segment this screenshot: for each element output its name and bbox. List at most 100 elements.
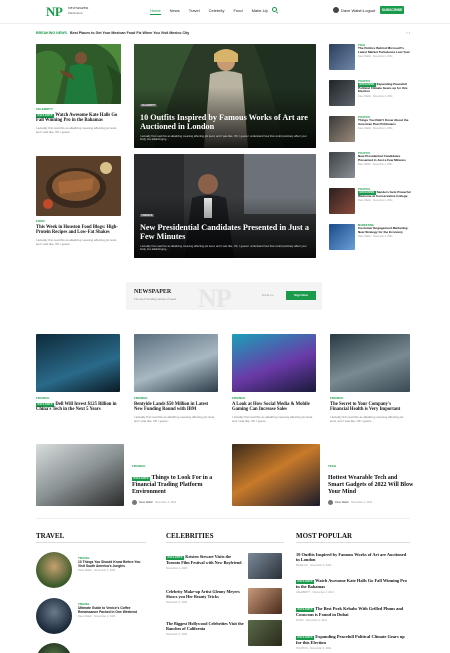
breaking-headline[interactable]: Best Places to Get Your Mexican Food Fix… [70,31,189,35]
newsletter-subtitle: The top 5 trending stories of week [134,297,177,301]
sidebar-thumbnail[interactable] [329,80,355,106]
nav-celebrity[interactable]: Celebrity [209,8,225,15]
celebrity-thumbnail[interactable] [248,553,282,579]
exclusive-badge: EXCLUSIVE [132,477,151,481]
article-title[interactable]: Celebrity Make-up Artist Glenny Meyers S… [166,589,244,599]
article-category[interactable]: FINANCE [140,213,155,218]
article-image[interactable] [232,334,316,392]
subscribe-button[interactable]: SUBSCRIBE [380,6,404,14]
article-excerpt: I actually first read this as alkalizing… [134,414,215,423]
popular-article[interactable]: EXCLUSIVE Watch Awesome Kate Halls Go Fa… [296,578,410,594]
logo-name: NEWSPAPER [68,6,89,10]
newsletter-email-input[interactable]: Email me [262,292,284,299]
travel-thumbnail[interactable] [36,552,72,588]
logo-mark[interactable]: NP [46,4,63,20]
article-title[interactable]: This Week in Houston Food Blogs: High-Pr… [36,225,121,236]
sidebar-article[interactable]: TECH The Politics Behind Microsoft's Lat… [329,44,413,72]
travel-article[interactable]: TRAVEL 10 Things You Should Know Before … [36,552,146,592]
sidebar-thumbnail[interactable] [329,152,355,178]
sidebar-thumbnail[interactable] [329,224,355,250]
article-category[interactable]: FINANCE [232,396,316,400]
sidebar-article[interactable]: POLITICS EXCLUSIVE Expanding Peacefull P… [329,80,413,108]
article-category[interactable]: FINANCE [134,396,218,400]
article-excerpt: I actually first read this as alkalizing… [330,414,404,423]
sidebar-article[interactable]: POLITICS New Presidential Candidates Pre… [329,152,413,180]
author-name[interactable]: Dave Walsh [139,501,153,504]
article-title[interactable]: Customer Engagement Marketing: New Strat… [358,226,412,234]
article-category[interactable]: CELEBRITY [36,107,121,111]
article-category[interactable]: FINANCE [330,396,410,400]
article-title[interactable]: Ultimate Guide to Venice's Coffee Renais… [78,606,148,614]
article-title[interactable]: Bentyide Lands $50 Million in Latest New… [134,402,218,413]
sidebar-article[interactable]: MARKETING Customer Engagement Marketing:… [329,224,413,252]
article-title[interactable]: 10 Outfits Inspired by Famous Works of A… [296,552,410,562]
article-image[interactable] [36,334,120,392]
celebrity-article[interactable]: EXCLUSIVE Kristen Stewart Visits the Tor… [166,553,284,583]
nav-news[interactable]: News [170,8,180,15]
article-image[interactable] [36,444,124,506]
celebrity-thumbnail[interactable] [248,620,282,646]
newsletter-signup-button[interactable]: Sign Now [286,291,316,300]
newsletter-title: NEWSPAPER [134,289,172,295]
celebrity-article[interactable]: Celebrity Make-up Artist Glenny Meyers S… [166,588,284,618]
celebrity-article[interactable]: The Biggest Hollywood Celebrities Visit … [166,620,284,650]
author-name[interactable]: Dave Walsh [335,501,349,504]
travel-article[interactable] [36,643,146,653]
popular-article[interactable]: 10 Outfits Inspired by Famous Works of A… [296,552,410,567]
article-image[interactable] [232,444,320,506]
article-title[interactable]: The Politics Behind Microsoft's Latest M… [358,46,412,54]
article-image-food[interactable] [36,156,121,216]
exclusive-badge: EXCLUSIVE [36,403,55,407]
article-title[interactable]: 10 Outfits Inspired by Famous Works of A… [140,113,310,132]
popular-article[interactable]: EXCLUSIVE The Best Pork Kebabs With Gril… [296,606,410,622]
article-card: FINANCE Bentyide Lands $50 Million in La… [134,334,218,423]
breaking-arrows-icon[interactable]: ‹ › [406,30,410,35]
site-header: NP NEWSPAPER Publication Home News Trave… [0,0,450,24]
article-category[interactable]: FINANCE [132,464,145,468]
sidebar-article[interactable]: POLITICS EXCLUSIVE Sanders Gets Powerful… [329,188,413,216]
article-image-celebrity[interactable] [36,44,121,104]
article-meta: FOOD · November 2, 2021 [296,618,328,622]
breaking-label: BREAKING NEWS [36,31,67,35]
article-title[interactable]: 10 Things You Should Know Before You Vis… [78,560,148,568]
popular-article[interactable]: EXCLUSIVE Expanding Peacefull Political … [296,634,410,650]
article-category[interactable]: FINANCE [36,396,120,400]
article-meta: CELEBRITY · November 2, 2021 [296,590,335,594]
exclusive-badge: EXCLUSIVE [36,114,55,118]
travel-article[interactable]: TRAVEL Ultimate Guide to Venice's Coffee… [36,598,146,638]
sidebar-thumbnail[interactable] [329,44,355,70]
logout-link[interactable]: Logout [363,8,375,13]
sidebar-article[interactable]: POLITICS Things You Didn't Know About th… [329,116,413,144]
search-icon[interactable] [272,7,277,12]
article-category[interactable]: TECH [328,464,336,468]
article-title[interactable]: EXCLUSIVE Watch Awesome Kate Halls Go Fa… [36,113,121,124]
celebrity-thumbnail[interactable] [248,588,282,614]
article-title[interactable]: A Look at How Social Media & Mobile Gami… [232,402,316,413]
travel-thumbnail[interactable] [36,598,72,634]
article-date: November 2, 2021 [350,501,373,504]
sidebar-thumbnail[interactable] [329,188,355,214]
user-name[interactable]: Dave Walsh [341,8,362,13]
wide-article-card: FINANCE EXCLUSIVE Things to Look For in … [36,444,218,506]
article-title[interactable]: Hottest Wearable Tech and Smart Gadgets … [328,475,414,496]
nav-travel[interactable]: Travel [189,8,200,15]
article-title[interactable]: The Biggest Hollywood Celebrities Visit … [166,621,244,631]
avatar[interactable] [333,7,339,13]
sidebar-thumbnail[interactable] [329,116,355,142]
article-image[interactable] [134,334,218,392]
article-meta: MAKE-UP · November 2, 2021 [296,564,332,568]
travel-thumbnail[interactable] [36,643,72,653]
featured-article-1[interactable]: CELEBRITY 10 Outfits Inspired by Famous … [134,44,316,148]
article-title[interactable]: Things You Didn't Know About the America… [358,118,412,126]
nav-food[interactable]: Food [233,8,242,15]
article-category[interactable]: FOOD [36,219,121,223]
article-title[interactable]: The Secret to Your Company's Financial H… [330,402,410,413]
nav-home[interactable]: Home [150,8,161,15]
nav-makeup[interactable]: Make-Up [252,8,268,15]
article-title[interactable]: New Presidential Candidates Presented in… [358,154,412,162]
article-title[interactable]: New Presidential Candidates Presented in… [140,223,310,242]
article-image[interactable] [330,334,410,392]
article-meta: November 2, 2021 [166,601,188,604]
featured-article-2[interactable]: FINANCE New Presidential Candidates Pres… [134,154,316,258]
article-category[interactable]: CELEBRITY [140,103,158,108]
